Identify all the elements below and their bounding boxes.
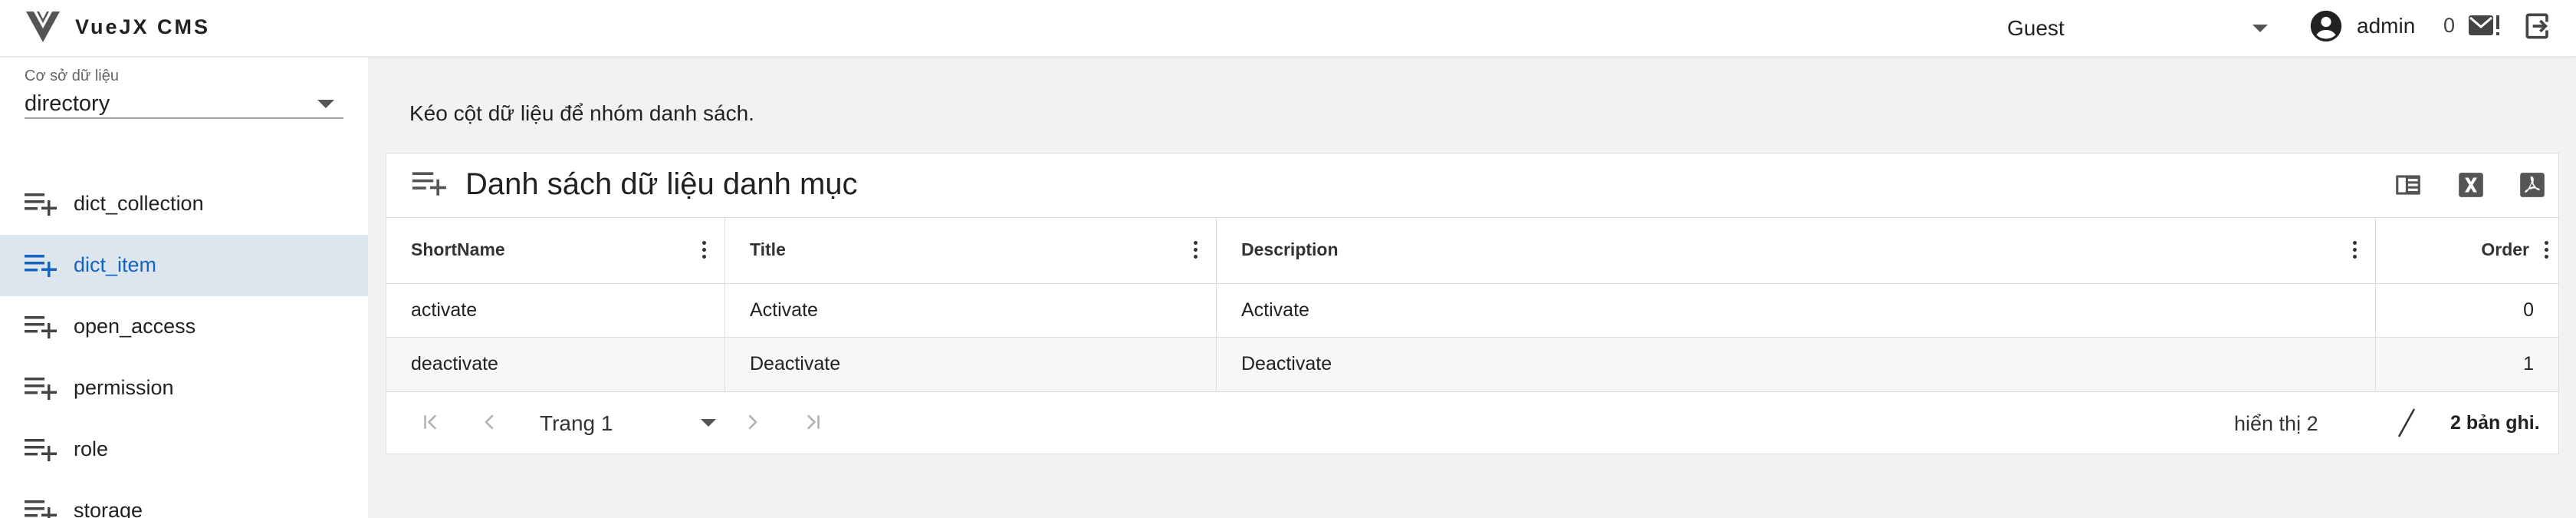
table-row[interactable]: activate Activate Activate 0 — [386, 284, 2558, 338]
playlist-add-icon — [25, 193, 57, 216]
first-page-icon[interactable] — [419, 411, 442, 434]
group-by-hint: Kéo cột dữ liệu để nhóm danh sách. — [409, 101, 754, 125]
data-table: ShortName Title Description Order activa… — [386, 217, 2558, 392]
total-records: 2 bản ghi. — [2450, 412, 2540, 434]
sidebar-item-label: dict_collection — [74, 192, 204, 215]
account-circle-icon[interactable] — [2309, 9, 2343, 43]
sidebar-item-label: dict_item — [74, 253, 157, 276]
sidebar-item-role[interactable]: role — [0, 419, 368, 480]
playlist-add-icon — [25, 378, 57, 400]
sidebar: Cơ sở dữ liệu directory dict_collection … — [0, 58, 368, 518]
playlist-add-icon — [25, 439, 57, 461]
user-name[interactable]: admin — [2357, 14, 2415, 38]
top-bar: VueJX CMS Guest admin 0 — [0, 0, 2576, 57]
mail-alert-icon[interactable] — [2468, 11, 2502, 41]
cell-text: Deactivate — [750, 353, 841, 374]
message-count: 0 — [2443, 14, 2456, 37]
column-header-description[interactable]: Description — [1217, 218, 2376, 283]
sidebar-item-open-access[interactable]: open_access — [0, 296, 368, 358]
column-header-label: ShortName — [411, 239, 505, 259]
pdf-export-icon[interactable] — [2518, 170, 2547, 200]
sidebar-item-dict-item[interactable]: dict_item — [0, 235, 368, 296]
logout-icon[interactable] — [2522, 9, 2555, 43]
last-page-icon[interactable] — [801, 411, 824, 434]
app-title: VueJX CMS — [75, 15, 211, 38]
sidebar-item-dict-collection[interactable]: dict_collection — [0, 173, 368, 235]
column-header-shortname[interactable]: ShortName — [386, 218, 725, 283]
cell-text: Activate — [750, 299, 818, 321]
playlist-add-icon — [412, 172, 446, 196]
column-header-label: Order — [2481, 239, 2529, 259]
next-page-icon[interactable] — [741, 411, 764, 434]
cell-description: Deactivate — [1217, 338, 2376, 391]
previous-page-icon[interactable] — [478, 411, 501, 434]
excel-export-icon[interactable] — [2456, 170, 2486, 200]
page-select-value: Trang 1 — [540, 411, 613, 435]
separator-slash — [2397, 408, 2416, 437]
cell-shortname: deactivate — [386, 338, 725, 391]
page-title: Danh sách dữ liệu danh mục — [465, 167, 858, 201]
cell-order: 1 — [2376, 338, 2558, 391]
cell-shortname: activate — [386, 284, 725, 337]
role-select-value: Guest — [2007, 16, 2065, 40]
cell-description: Activate — [1217, 284, 2376, 337]
column-menu-icon[interactable] — [702, 241, 706, 261]
column-header-label: Description — [1241, 239, 1339, 259]
column-chooser-icon[interactable] — [2394, 170, 2423, 200]
shown-count: hiển thị 2 — [2234, 412, 2318, 435]
page-select[interactable]: Trang 1 — [540, 404, 716, 440]
table-header-row: ShortName Title Description Order — [386, 218, 2558, 284]
cell-text: 1 — [2523, 353, 2534, 374]
column-menu-icon[interactable] — [2544, 241, 2548, 261]
database-select-value: directory — [25, 91, 110, 116]
sidebar-item-storage[interactable]: storage — [0, 480, 368, 518]
vue-logo-icon[interactable] — [26, 12, 60, 42]
pagination-bar: Trang 1 hiển thị 2 2 bản ghi. — [386, 392, 2558, 454]
cell-text: Deactivate — [1241, 353, 1332, 374]
sidebar-item-label: open_access — [74, 315, 196, 338]
sidebar-item-label: permission — [74, 376, 174, 399]
playlist-add-icon — [25, 500, 57, 518]
chevron-down-icon — [2252, 25, 2268, 32]
cell-text: 0 — [2523, 299, 2534, 321]
column-header-label: Title — [750, 239, 786, 259]
sidebar-item-label: role — [74, 437, 109, 460]
column-header-title[interactable]: Title — [725, 218, 1217, 283]
data-grid-card: Danh sách dữ liệu danh mục ShortName Tit… — [386, 153, 2559, 454]
chevron-down-icon — [317, 100, 334, 108]
cell-text: deactivate — [411, 353, 498, 374]
column-header-order[interactable]: Order — [2376, 218, 2558, 283]
cell-title: Activate — [725, 284, 1217, 337]
playlist-add-icon — [25, 316, 57, 338]
sidebar-item-label: storage — [74, 499, 143, 518]
role-select[interactable]: Guest — [1993, 8, 2277, 48]
cell-title: Deactivate — [725, 338, 1217, 391]
sidebar-item-permission[interactable]: permission — [0, 358, 368, 419]
cell-text: activate — [411, 299, 478, 321]
column-menu-icon[interactable] — [1193, 241, 1198, 261]
cell-text: Activate — [1241, 299, 1309, 321]
playlist-add-icon — [25, 255, 57, 277]
column-menu-icon[interactable] — [2352, 241, 2357, 261]
chevron-down-icon — [701, 419, 716, 427]
table-row[interactable]: deactivate Deactivate Deactivate 1 — [386, 338, 2558, 391]
cell-order: 0 — [2376, 284, 2558, 337]
database-label: Cơ sở dữ liệu — [25, 68, 119, 84]
database-select[interactable]: directory — [25, 90, 343, 119]
